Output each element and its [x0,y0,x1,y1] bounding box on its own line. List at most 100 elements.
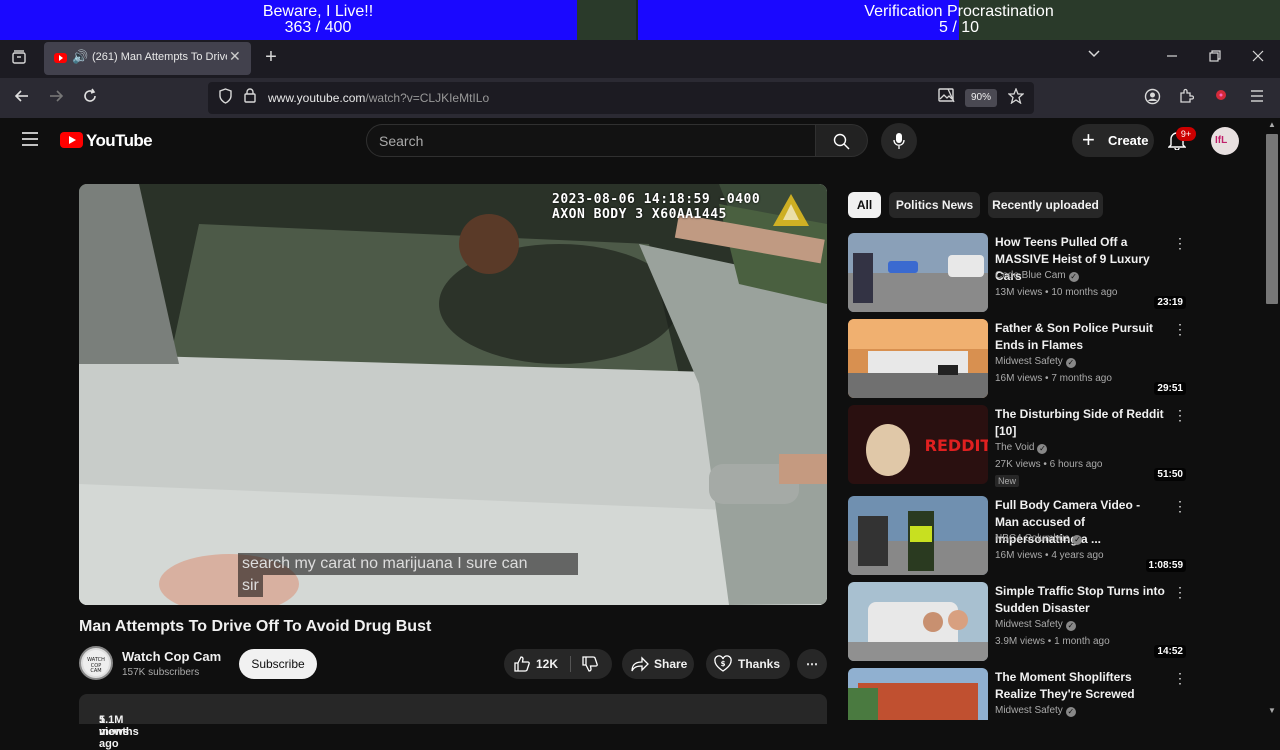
kebab-menu-icon[interactable]: ⋮ [1173,670,1187,687]
video-thumbnail[interactable]: REDDIT [848,405,988,484]
address-bar[interactable]: www.youtube.com/watch?v=CLJKIeMtILo 90% [208,82,1034,114]
thumbs-down-icon [582,656,598,672]
recommended-video[interactable]: 23:19 How Teens Pulled Off a MASSIVE Hei… [848,233,1190,313]
channel-name[interactable]: Watch Cop Cam [122,649,221,664]
app-menu-icon[interactable] [1247,88,1267,110]
more-dots-icon: ⋯ [806,657,818,671]
svg-text:CAM: CAM [90,668,101,674]
dislike-button[interactable] [576,649,606,679]
more-actions-button[interactable]: ⋯ [797,649,827,679]
avatar-text: IfL [1215,135,1228,146]
channel-name[interactable]: Midwest Safety ✓ [995,705,1076,717]
notification-count-badge: 9+ [1176,127,1196,141]
picture-permissions-icon[interactable] [936,88,956,109]
video-thumbnail[interactable] [848,319,988,398]
reload-icon[interactable] [80,88,100,110]
verified-check-icon: ✓ [1072,535,1083,545]
recording-extension-icon[interactable] [1211,88,1231,108]
search-button[interactable] [816,124,868,157]
share-button[interactable]: Share [622,649,694,679]
minimize-icon[interactable] [1162,48,1182,68]
browser-nav-bar: www.youtube.com/watch?v=CLJKIeMtILo 90% [0,78,1280,118]
page-scrollbar[interactable]: ▲ ▼ [1264,118,1280,720]
close-window-icon[interactable] [1248,48,1268,68]
scrollbar-thumb[interactable] [1266,134,1278,304]
account-icon[interactable] [1142,88,1162,111]
thanks-dollar-icon: $ [714,655,732,672]
video-player[interactable]: 2023-08-06 14:18:59 -0400 AXON BODY 3 X6… [79,184,827,605]
tab-close-icon[interactable]: ✕ [229,48,241,65]
new-tab-icon[interactable]: + [261,47,281,67]
new-badge: New [995,475,1020,487]
video-thumbnail[interactable] [848,496,988,575]
video-thumbnail[interactable] [848,668,988,720]
video-meta: 27K views • 6 hours ago [995,459,1103,470]
search-input[interactable] [379,132,799,150]
search-box[interactable] [366,124,816,157]
chip-politics-news[interactable]: Politics News [889,192,980,218]
recommended-video[interactable]: The Moment Shoplifters Realize They're S… [848,668,1190,720]
video-duration: 51:50 [1154,468,1186,481]
recommended-video[interactable]: 14:52 Simple Traffic Stop Turns into Sud… [848,582,1190,662]
video-title[interactable]: Father & Son Police Pursuit Ends in Flam… [995,320,1165,354]
channel-name[interactable]: Midwest Safety ✓ [995,619,1076,631]
kebab-menu-icon[interactable]: ⋮ [1173,498,1187,515]
search-icon [833,133,850,150]
user-avatar[interactable]: IfL [1211,127,1239,155]
view-count-and-age: 1.1M views 5 months ago [89,704,139,750]
zoom-level[interactable]: 90% [965,89,997,107]
list-all-tabs-chevron-icon[interactable] [1084,47,1104,67]
channel-name[interactable]: Midwest Safety ✓ [995,356,1076,368]
recommended-video[interactable]: REDDIT 51:50 The Disturbing Side of Redd… [848,405,1190,487]
video-thumbnail[interactable] [848,233,988,312]
back-icon[interactable] [12,88,32,110]
verified-check-icon: ✓ [1065,621,1076,631]
thumbs-up-icon [514,656,530,672]
lock-icon[interactable] [242,88,258,109]
shield-icon[interactable] [216,88,234,110]
restore-icon[interactable] [1205,48,1225,68]
url-text[interactable]: www.youtube.com/watch?v=CLJKIeMtILo [268,91,489,105]
axon-logo-icon [773,194,809,226]
create-button[interactable]: + Create [1072,124,1154,157]
goal-label-1: Beware, I Live!! [262,3,374,20]
youtube-logo-icon[interactable] [60,132,83,148]
like-separator [570,656,571,672]
channel-avatar[interactable]: WATCH COP CAM [79,646,113,680]
youtube-favicon-icon [54,53,67,63]
channel-name[interactable]: NBC4 Columbus ✓ [995,533,1083,545]
voice-search-button[interactable] [881,123,917,159]
caption-line-2: sir [238,575,263,597]
extensions-icon[interactable] [1176,88,1196,110]
kebab-menu-icon[interactable]: ⋮ [1173,584,1187,601]
kebab-menu-icon[interactable]: ⋮ [1173,407,1187,424]
bookmark-star-icon[interactable] [1006,87,1026,110]
chip-all[interactable]: All [848,192,881,218]
browser-tab-active[interactable]: 🔊 (261) Man Attempts To Drive Off To Avo… [44,42,251,75]
video-title[interactable]: The Moment Shoplifters Realize They're S… [995,669,1165,703]
speaker-icon[interactable]: 🔊 [72,49,88,65]
recommended-video[interactable]: 1:08:59 Full Body Camera Video - Man acc… [848,496,1190,576]
microphone-icon [893,133,905,149]
channel-name[interactable]: Code Blue Cam ✓ [995,270,1079,282]
kebab-menu-icon[interactable]: ⋮ [1173,235,1187,252]
like-count: 12K [536,657,559,671]
chip-recently-uploaded[interactable]: Recently uploaded [988,192,1103,218]
subscribe-button[interactable]: Subscribe [239,649,317,679]
recommended-video[interactable]: 29:51 Father & Son Police Pursuit Ends i… [848,319,1190,399]
thanks-button[interactable]: $ Thanks [706,649,790,679]
forward-icon[interactable] [46,88,66,110]
svg-text:REDDIT: REDDIT [925,436,988,455]
scroll-up-arrow-icon[interactable]: ▲ [1268,120,1276,129]
kebab-menu-icon[interactable]: ⋮ [1173,321,1187,338]
tab-list-icon[interactable] [9,49,29,71]
scroll-down-arrow-icon[interactable]: ▼ [1268,706,1276,715]
video-title[interactable]: The Disturbing Side of Reddit [10] [995,406,1165,440]
video-duration: 23:19 [1154,296,1186,309]
video-thumbnail[interactable] [848,582,988,661]
guide-menu-icon[interactable] [20,131,40,153]
youtube-logo-text[interactable]: YouTube [86,131,153,151]
video-title[interactable]: Simple Traffic Stop Turns into Sudden Di… [995,583,1165,617]
channel-name[interactable]: The Void ✓ [995,442,1048,454]
bodycam-timestamp: 2023-08-06 14:18:59 -0400 AXON BODY 3 X6… [552,192,760,222]
